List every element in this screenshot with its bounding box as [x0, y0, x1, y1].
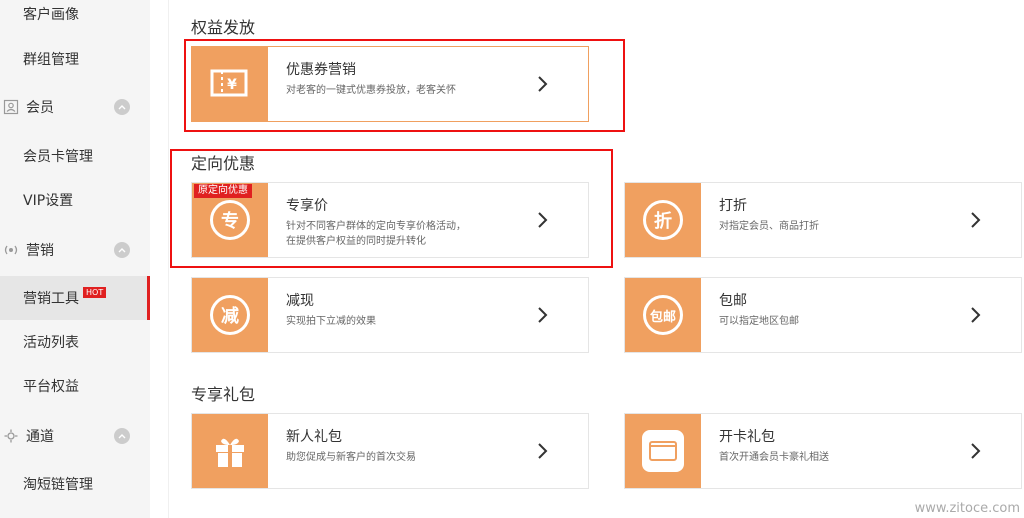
chevron-right-icon — [538, 307, 548, 323]
member-card-icon — [2, 98, 20, 116]
free-shipping-card[interactable]: 包邮 包邮 可以指定地区包邮 — [624, 277, 1022, 353]
sidebar: 客户画像 群组管理 会员 会员卡管理 VIP设置 营销 营销工具 HOT 活动列… — [0, 0, 150, 518]
card-title: 打折 — [719, 198, 747, 214]
sidebar-item-short-link[interactable]: 淘短链管理 — [0, 462, 150, 506]
active-indicator — [147, 276, 150, 320]
sidebar-item-label: 群组管理 — [23, 52, 79, 68]
sidebar-item-member-card[interactable]: 会员卡管理 — [0, 134, 150, 178]
free-shipping-icon: 包邮 — [625, 278, 701, 352]
sidebar-item-vip-settings[interactable]: VIP设置 — [0, 178, 150, 222]
sidebar-item-label: 平台权益 — [23, 379, 79, 395]
watermark: www.zitoce.com — [914, 501, 1020, 516]
sidebar-item-platform-rights[interactable]: 平台权益 — [0, 364, 150, 408]
wallet-icon — [625, 414, 701, 488]
chevron-right-icon — [971, 443, 981, 459]
sidebar-item-label: 活动列表 — [23, 335, 79, 351]
card-title: 新人礼包 — [286, 429, 342, 445]
free-shipping-glyph: 包邮 — [643, 295, 683, 335]
sidebar-group-marketing[interactable]: 营销 — [0, 228, 150, 272]
chevron-up-icon[interactable] — [114, 242, 130, 258]
sidebar-item-label: 客户画像 — [23, 7, 79, 23]
highlight-box-targeted — [170, 149, 613, 268]
gear-icon — [2, 427, 20, 445]
section-title-rights: 权益发放 — [191, 18, 256, 37]
hot-badge: HOT — [83, 286, 107, 298]
discount-glyph: 折 — [643, 200, 683, 240]
discount-card[interactable]: 折 打折 对指定会员、商品打折 — [624, 182, 1022, 258]
sidebar-item-activity-list[interactable]: 活动列表 — [0, 320, 150, 364]
sidebar-item-customer-profile[interactable]: 客户画像 — [0, 0, 150, 36]
content-divider — [168, 0, 169, 518]
broadcast-icon — [2, 241, 20, 259]
section-title-gift: 专享礼包 — [191, 385, 256, 404]
sidebar-item-label: VIP设置 — [23, 193, 74, 209]
new-user-gift-card[interactable]: 新人礼包 助您促成与新客户的首次交易 — [191, 413, 589, 489]
chevron-right-icon — [971, 307, 981, 323]
chevron-up-icon[interactable] — [114, 428, 130, 444]
discount-icon: 折 — [625, 183, 701, 257]
card-title: 减现 — [286, 293, 314, 309]
sidebar-item-marketing-tools[interactable]: 营销工具 HOT — [0, 276, 150, 320]
chevron-up-icon[interactable] — [114, 99, 130, 115]
cash-reduction-card[interactable]: 减 减现 实现拍下立减的效果 — [191, 277, 589, 353]
gift-box-icon — [192, 414, 268, 488]
sidebar-group-member[interactable]: 会员 — [0, 85, 150, 129]
card-description: 实现拍下立减的效果 — [286, 316, 376, 327]
sidebar-item-label: 淘短链管理 — [23, 477, 93, 493]
highlight-box-rights — [184, 39, 625, 132]
sidebar-group-label: 营销 — [26, 243, 54, 259]
sidebar-group-channel[interactable]: 通道 — [0, 414, 150, 458]
card-title: 包邮 — [719, 293, 747, 309]
card-description: 对指定会员、商品打折 — [719, 221, 819, 232]
sidebar-group-label: 会员 — [26, 100, 54, 116]
chevron-right-icon — [971, 212, 981, 228]
chevron-right-icon — [538, 443, 548, 459]
sidebar-item-label: 会员卡管理 — [23, 149, 93, 165]
card-description: 首次开通会员卡豪礼相送 — [719, 452, 829, 463]
card-open-gift-card[interactable]: 开卡礼包 首次开通会员卡豪礼相送 — [624, 413, 1022, 489]
reduce-glyph: 减 — [210, 295, 250, 335]
reduce-icon: 减 — [192, 278, 268, 352]
sidebar-item-group-management[interactable]: 群组管理 — [0, 37, 150, 81]
card-description: 助您促成与新客户的首次交易 — [286, 452, 416, 463]
sidebar-group-label: 通道 — [26, 429, 54, 445]
card-description: 可以指定地区包邮 — [719, 316, 799, 327]
sidebar-item-label: 营销工具 — [23, 291, 79, 307]
card-title: 开卡礼包 — [719, 429, 775, 445]
